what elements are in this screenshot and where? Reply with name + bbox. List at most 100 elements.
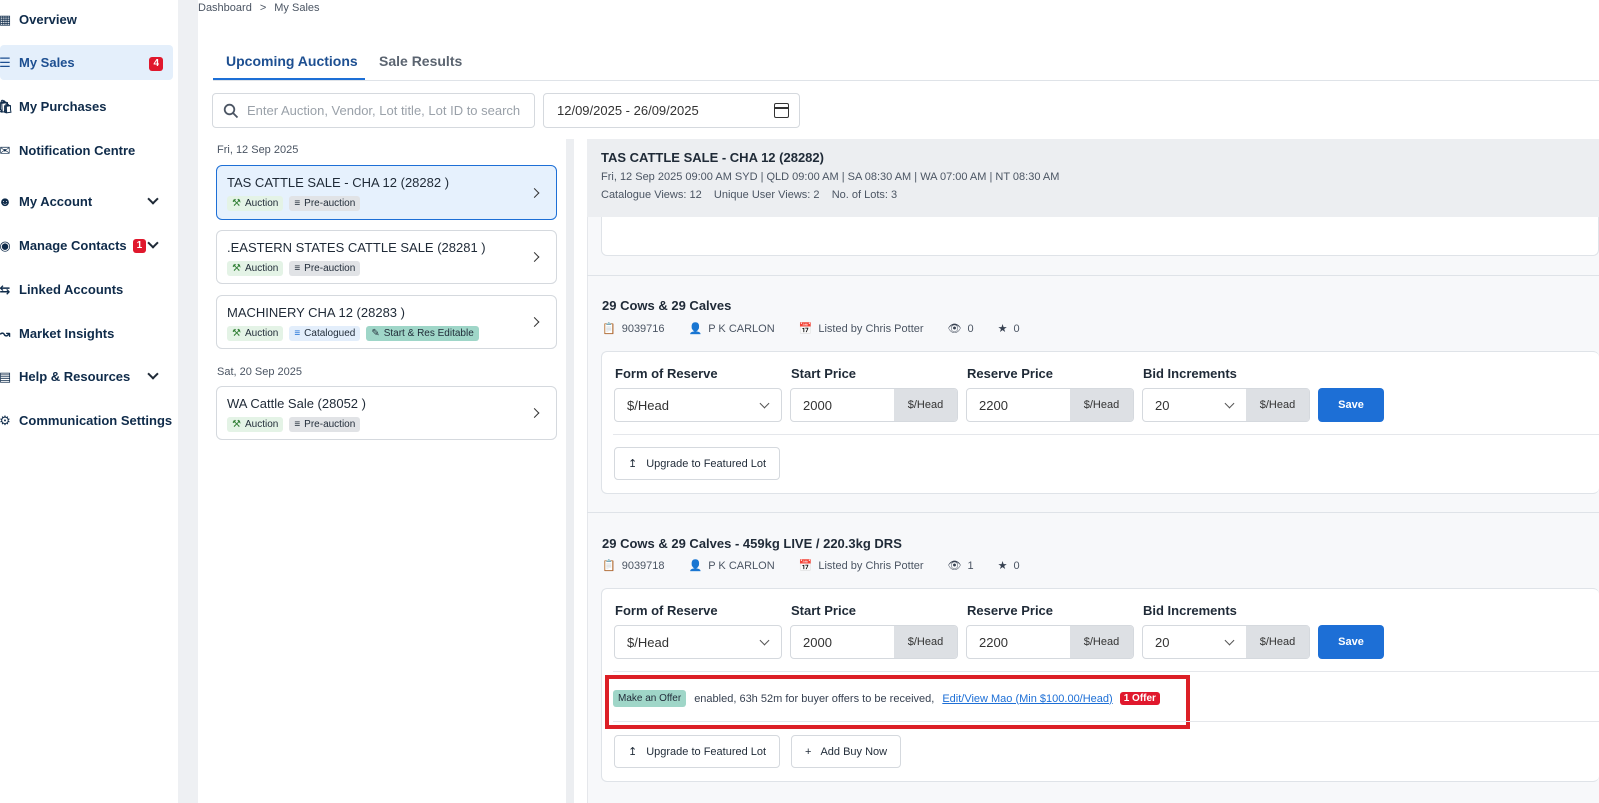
calendar-icon[interactable] [774, 103, 789, 118]
plus-icon: + [805, 745, 812, 758]
lot-id: 9039716 [621, 322, 665, 335]
form-of-reserve-select[interactable]: $/Head [614, 388, 782, 422]
contacts-count-badge: 1 [132, 238, 147, 253]
reserve-price-label: Reserve Price [967, 603, 1054, 618]
chevron-down-icon [147, 193, 159, 205]
upgrade-featured-button[interactable]: ↥ Upgrade to Featured Lot [614, 447, 781, 480]
sales-tabs: Upcoming Auctions Sale Results [213, 45, 1599, 81]
auction-type-tag: ⚒ Auction [227, 417, 284, 432]
bid-increments-select[interactable]: 20 $/Head [1142, 388, 1310, 422]
auction-date-header: Fri, 12 Sep 2025 [217, 144, 299, 156]
save-button[interactable]: Save [1318, 388, 1384, 422]
lot-listed-by: Listed by Chris Potter [818, 559, 924, 572]
lot-divider [613, 721, 1599, 722]
sidebar-item-overview[interactable]: ▦ Overview [0, 2, 173, 37]
sidebar-item-market-insights[interactable]: ↝ Market Insights [0, 316, 173, 351]
breadcrumb-separator: > [259, 2, 267, 14]
upgrade-featured-button[interactable]: ↥ Upgrade to Featured Lot [614, 735, 781, 768]
sidebar: ▦ Overview ☰ My Sales 4 🛍 My Purchases ✉… [0, 0, 178, 803]
lot-title: 29 Cows & 29 Calves - 459kg LIVE / 220.3… [602, 536, 902, 551]
auction-type-tag: ⚒ Auction [227, 261, 284, 276]
eye-icon: 👁 [947, 323, 962, 335]
bid-increments-label: Bid Increments [1143, 366, 1237, 381]
auction-title: .EASTERN STATES CATTLE SALE (28281 ) [227, 240, 486, 255]
bid-increments-select[interactable]: 20 $/Head [1142, 625, 1310, 659]
chevron-down-icon [1224, 398, 1235, 409]
unit-label: $/Head [1246, 389, 1309, 421]
auction-date-header: Sat, 20 Sep 2025 [217, 366, 303, 378]
lot-id: 9039718 [621, 559, 665, 572]
upload-icon: ↥ [628, 458, 638, 470]
sidebar-item-my-purchases[interactable]: 🛍 My Purchases [0, 89, 173, 124]
auction-times: Fri, 12 Sep 2025 09:00 AM SYD | QLD 09:0… [601, 171, 1060, 183]
chevron-down-icon [147, 368, 159, 380]
sidebar-item-my-account[interactable]: ☻ My Account [0, 184, 173, 219]
bid-increments-label: Bid Increments [1143, 603, 1237, 618]
reserve-price-input[interactable]: 2200 $/Head [966, 625, 1134, 659]
lot-views: 0 [967, 322, 974, 335]
tab-sale-results[interactable]: Sale Results [379, 53, 462, 69]
auction-title: TAS CATTLE SALE - CHA 12 (28282 ) [227, 175, 450, 190]
start-price-input[interactable]: 2000 $/Head [790, 388, 958, 422]
sidebar-item-communication-settings[interactable]: ⚙ Communication Settings [0, 403, 173, 438]
eye-icon: 👁 [947, 560, 962, 572]
my-sales-count-badge: 4 [149, 57, 163, 71]
auction-status-tag: ≡ Catalogued [289, 326, 361, 341]
unit-label: $/Head [1070, 389, 1133, 421]
sidebar-item-my-sales[interactable]: ☰ My Sales 4 [0, 45, 173, 80]
bag-icon: 🛍 [0, 98, 14, 114]
auction-card-wa-cattle[interactable]: WA Cattle Sale (28052 ) ⚒ Auction ≡ Pre-au… [216, 386, 557, 440]
auction-detail-header: TAS CATTLE SALE - CHA 12 (28282) Fri, 12… [587, 139, 1599, 217]
lot-divider [613, 671, 1599, 672]
lot-separator [587, 512, 1599, 513]
sidebar-item-linked-accounts[interactable]: ⇆ Linked Accounts [0, 272, 173, 307]
lot-vendor: P K CARLON [708, 322, 775, 335]
form-of-reserve-label: Form of Reserve [615, 603, 718, 618]
sidebar-item-help-resources[interactable]: ▤ Help & Resources [0, 359, 173, 394]
list-status-icon: ≡ [294, 198, 301, 209]
lot-title: 29 Cows & 29 Calves [602, 298, 732, 313]
add-buy-now-button[interactable]: + Add Buy Now [791, 735, 902, 768]
listed-by-icon: 📅 [798, 323, 813, 335]
book-icon: ▤ [0, 368, 12, 384]
auction-card-tas-cattle[interactable]: TAS CATTLE SALE - CHA 12 (28282 ) ⚒ Aucti… [216, 165, 557, 220]
auction-card-machinery[interactable]: MACHINERY CHA 12 (28283 ) ⚒ Auction ≡ Cata… [216, 295, 557, 349]
upload-icon: ↥ [628, 746, 638, 758]
date-range-value: 12/09/2025 - 26/09/2025 [557, 103, 699, 118]
unit-label: $/Head [894, 626, 957, 658]
trend-icon: ↝ [0, 325, 11, 341]
sidebar-item-manage-contacts[interactable]: ◉ Manage Contacts 1 [0, 228, 173, 263]
auction-status-tag: ≡ Pre-auction [289, 196, 361, 211]
breadcrumb: Dashboard > My Sales [198, 2, 320, 14]
sidebar-divider [178, 0, 198, 803]
auction-title: WA Cattle Sale (28052 ) [227, 396, 366, 411]
list-scrollbar-track[interactable] [566, 139, 574, 803]
lot-meta: 📋 9039716 👤 P K CARLON 📅 Listed by Chris… [602, 322, 1020, 336]
list-icon: ☰ [0, 54, 11, 70]
previous-lot-card-bottom [601, 217, 1599, 256]
auction-status-tag: ≡ Pre-auction [289, 261, 361, 276]
search-field[interactable] [212, 93, 535, 128]
save-button[interactable]: Save [1318, 625, 1384, 659]
lot-stars: 0 [1013, 559, 1020, 572]
auction-card-eastern-states[interactable]: .EASTERN STATES CATTLE SALE (28281 ) ⚒ Au… [216, 230, 557, 284]
search-icon [223, 103, 239, 118]
breadcrumb-dashboard[interactable]: Dashboard [198, 2, 252, 14]
start-price-label: Start Price [791, 603, 857, 618]
clipboard-icon: 📋 [602, 323, 616, 335]
bell-icon: ✉ [0, 142, 11, 158]
person-icon: 👤 [688, 560, 703, 572]
date-range-picker[interactable]: 12/09/2025 - 26/09/2025 [543, 93, 800, 128]
lot-divider [613, 434, 1599, 435]
search-input[interactable] [247, 103, 527, 118]
lot-meta: 📋 9039718 👤 P K CARLON 📅 Listed by Chris… [602, 559, 1020, 573]
link-icon: ⇆ [0, 281, 11, 297]
gavel-icon: ⚒ [232, 263, 241, 274]
start-price-input[interactable]: 2000 $/Head [790, 625, 958, 659]
editable-tag: ✎ Start & Res Editable [366, 326, 479, 341]
lot-separator [587, 275, 1599, 276]
reserve-price-input[interactable]: 2200 $/Head [966, 388, 1134, 422]
tab-upcoming-auctions[interactable]: Upcoming Auctions [226, 53, 358, 69]
form-of-reserve-select[interactable]: $/Head [614, 625, 782, 659]
sidebar-item-notification-centre[interactable]: ✉ Notification Centre [0, 133, 173, 168]
